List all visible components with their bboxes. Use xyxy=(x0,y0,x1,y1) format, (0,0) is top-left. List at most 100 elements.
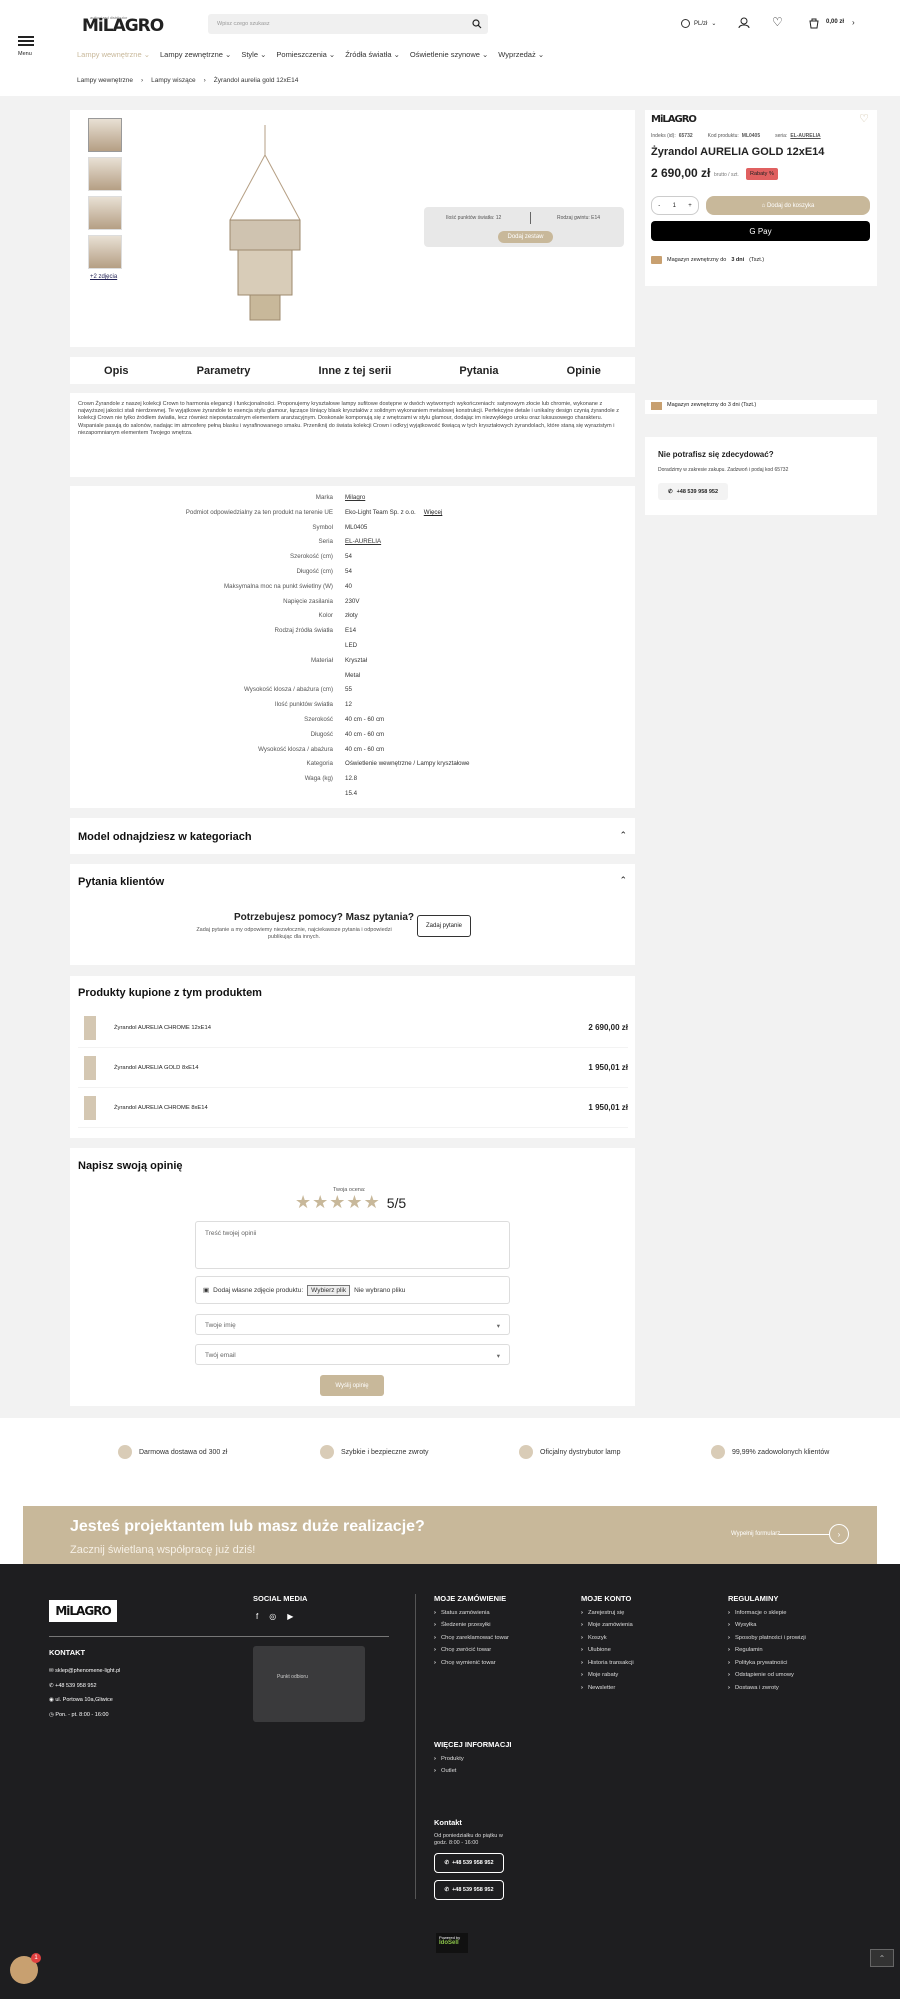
email-input[interactable]: Twój email ▾ xyxy=(195,1344,510,1365)
footer-link[interactable]: Chcę zwrócić towar xyxy=(434,1647,509,1653)
nav-item[interactable]: Style ⌄ xyxy=(241,50,266,59)
menu-label[interactable]: Menu xyxy=(18,51,32,57)
star-icon[interactable]: ★ xyxy=(312,1192,328,1213)
footer-link[interactable]: Moje zamówienia xyxy=(581,1622,634,1628)
footer-link[interactable]: Koszyk xyxy=(581,1635,634,1641)
brand-logo[interactable]: MiLAGRO xyxy=(651,114,697,125)
product-image[interactable] xyxy=(220,125,310,330)
thumbnail[interactable] xyxy=(88,118,122,152)
categories-title[interactable]: Model odnajdziesz w kategoriach xyxy=(78,831,252,843)
footer-link[interactable]: Status zamówienia xyxy=(434,1610,509,1616)
star-icon[interactable]: ★ xyxy=(295,1192,311,1213)
footer-link[interactable]: Odstąpienie od umowy xyxy=(728,1672,806,1678)
nav-item[interactable]: Pomieszczenia ⌄ xyxy=(276,50,335,59)
thumbnail[interactable] xyxy=(88,196,122,230)
tab-description[interactable]: Opis xyxy=(104,365,128,377)
chevron-up-icon[interactable]: ⌃ xyxy=(619,875,627,886)
product-name[interactable]: Żyrandol AURELIA GOLD 8xE14 xyxy=(114,1065,588,1071)
phone-button[interactable]: ✆ +48 539 958 952 xyxy=(658,483,728,500)
nav-item[interactable]: Źródła światła ⌄ xyxy=(345,50,400,59)
add-to-cart-button[interactable]: ⌂ Dodaj do koszyka xyxy=(706,196,870,215)
powered-by-badge[interactable]: Powered by IdoSell xyxy=(436,1933,468,1953)
categories-section[interactable]: Model odnajdziesz w kategoriach ⌃ xyxy=(70,818,635,854)
footer-link[interactable]: Sposoby płatności i prowizji xyxy=(728,1635,806,1641)
arrow-right-icon[interactable]: › xyxy=(829,1524,849,1544)
tab-parameters[interactable]: Parametry xyxy=(197,365,251,377)
phone-button[interactable]: ✆ +48 539 958 952 xyxy=(434,1853,504,1873)
product-name[interactable]: Żyrandol AURELIA CHROME 8xE14 xyxy=(114,1105,588,1111)
thumbnail[interactable] xyxy=(88,235,122,269)
bundle-add-button[interactable]: Dodaj zestaw xyxy=(498,231,553,243)
search-input[interactable]: Wpisz czego szukasz xyxy=(217,21,270,27)
form-link[interactable]: Wypełnij formularz xyxy=(731,1531,780,1537)
chat-icon[interactable]: 1 xyxy=(10,1953,41,1984)
qty-minus-button[interactable]: - xyxy=(658,203,660,209)
footer-link[interactable]: Śledzenie przesyłki xyxy=(434,1622,509,1628)
nav-item[interactable]: Lampy zewnętrzne ⌄ xyxy=(160,50,231,59)
phone-link[interactable]: ✆ +48 539 958 952 xyxy=(49,1679,120,1694)
phone-button[interactable]: ✆ +48 539 958 952 xyxy=(434,1880,504,1900)
hamburger-icon[interactable] xyxy=(18,36,34,46)
cart-total[interactable]: 0,00 zł xyxy=(826,19,844,25)
search-icon[interactable] xyxy=(472,19,482,29)
quantity-stepper[interactable]: - 1 + xyxy=(651,196,699,215)
tab-questions[interactable]: Pytania xyxy=(459,365,498,377)
product-name[interactable]: Żyrandol AURELIA CHROME 12xE14 xyxy=(114,1025,588,1031)
scroll-top-icon[interactable]: ⌃ xyxy=(870,1949,894,1967)
qty-plus-button[interactable]: + xyxy=(688,203,692,209)
nav-item[interactable]: Oświetlenie szynowe ⌄ xyxy=(410,50,488,59)
footer-link[interactable]: Informacje o sklepie xyxy=(728,1610,806,1616)
nav-item[interactable]: Wyprzedaż ⌄ xyxy=(498,50,544,59)
footer-link[interactable]: Ulubione xyxy=(581,1647,634,1653)
qty-value[interactable]: 1 xyxy=(673,203,676,209)
thumbnail[interactable] xyxy=(88,157,122,191)
chevron-up-icon[interactable]: ⌃ xyxy=(619,830,627,841)
rating-stars[interactable]: ★ ★ ★ ★ ★ 5/5 xyxy=(295,1192,406,1213)
heart-icon[interactable]: ♡ xyxy=(772,15,783,29)
footer-link[interactable]: Chcę zareklamować towar xyxy=(434,1635,509,1641)
series-link[interactable]: EL-AURELIA xyxy=(790,133,820,139)
google-pay-button[interactable]: G Pay xyxy=(651,221,870,241)
footer-link[interactable]: Polityka prywatności xyxy=(728,1660,806,1666)
tab-series[interactable]: Inne z tej serii xyxy=(319,365,392,377)
footer-logo[interactable]: MiLAGRO xyxy=(49,1600,117,1622)
choose-file-button[interactable]: Wybierz plik xyxy=(307,1284,351,1296)
param-value[interactable]: Milagro xyxy=(345,494,365,501)
footer-link[interactable]: Historia transakcji xyxy=(581,1660,634,1666)
questions-title[interactable]: Pytania klientów xyxy=(78,876,164,888)
nav-item[interactable]: Lampy wewnętrzne ⌄ xyxy=(77,50,150,59)
footer-link[interactable]: Produkty xyxy=(434,1756,512,1762)
more-photos-link[interactable]: +2 zdjęcia xyxy=(90,274,122,280)
star-icon[interactable]: ★ xyxy=(329,1192,345,1213)
cart-icon[interactable] xyxy=(808,17,820,29)
search-bar[interactable]: Wpisz czego szukasz xyxy=(208,14,488,34)
ask-question-button[interactable]: Zadaj pytanie xyxy=(417,915,471,937)
language-selector[interactable]: PL/zł ⌄ xyxy=(681,19,716,28)
footer-link[interactable]: Zarejestruj się xyxy=(581,1610,634,1616)
footer-link[interactable]: Moje rabaty xyxy=(581,1672,634,1678)
chevron-right-icon[interactable]: › xyxy=(852,18,855,27)
product-thumbnail[interactable] xyxy=(84,1015,96,1040)
review-textarea[interactable]: Treść twojej opinii xyxy=(195,1221,510,1269)
pickup-map[interactable]: Punkt odbioru xyxy=(253,1646,365,1722)
list-item[interactable]: Żyrandol AURELIA GOLD 8xE14 1 950,01 zł xyxy=(78,1048,628,1088)
submit-review-button[interactable]: Wyślij opinię xyxy=(320,1375,384,1396)
youtube-icon[interactable]: ▶ xyxy=(287,1612,293,1621)
footer-link[interactable]: Chcę wymienić towar xyxy=(434,1660,509,1666)
user-icon[interactable] xyxy=(738,17,750,29)
footer-link[interactable]: Dostawa i zwroty xyxy=(728,1685,806,1691)
product-thumbnail[interactable] xyxy=(84,1055,96,1080)
footer-link[interactable]: Regulamin xyxy=(728,1647,806,1653)
list-item[interactable]: Żyrandol AURELIA CHROME 8xE14 1 950,01 z… xyxy=(78,1088,628,1128)
breadcrumb-item[interactable]: Lampy wiszące xyxy=(151,77,195,84)
more-link[interactable]: Więcej xyxy=(424,509,443,516)
facebook-icon[interactable]: f xyxy=(256,1612,258,1621)
footer-link[interactable]: Outlet xyxy=(434,1768,512,1774)
email-link[interactable]: ✉ sklep@phenomene-light.pl xyxy=(49,1664,120,1679)
param-value[interactable]: EL-AURELIA xyxy=(345,538,381,545)
instagram-icon[interactable]: ◎ xyxy=(269,1612,276,1621)
site-logo[interactable]: MiLAGRO xyxy=(82,16,164,36)
star-icon[interactable]: ★ xyxy=(364,1192,380,1213)
heart-icon[interactable]: ♡ xyxy=(859,112,869,125)
breadcrumb-item[interactable]: Lampy wewnętrzne xyxy=(77,77,133,84)
